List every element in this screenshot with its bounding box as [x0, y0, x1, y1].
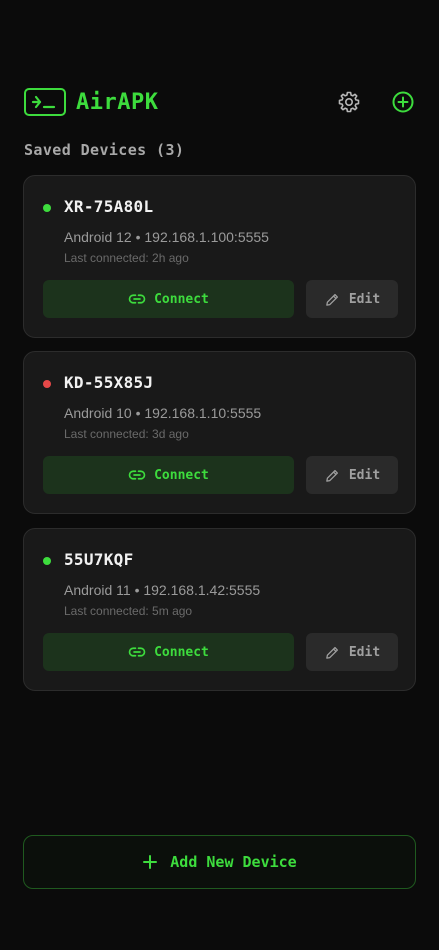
connect-label: Connect [154, 644, 209, 660]
edit-button[interactable]: Edit [306, 633, 398, 671]
pencil-icon [326, 293, 338, 306]
connect-label: Connect [154, 467, 209, 483]
device-info: Android 10 • 192.168.1.10:5555 [64, 405, 262, 421]
device-last-connected: Last connected: 2h ago [64, 251, 189, 265]
device-name: 55U7KQF [64, 550, 134, 569]
link-icon [128, 294, 146, 304]
app-header: AirAPK [24, 84, 415, 120]
device-last-connected: Last connected: 3d ago [64, 427, 189, 441]
plus-circle-icon [392, 91, 414, 113]
terminal-download-icon [24, 88, 66, 116]
status-online-dot [43, 557, 51, 565]
pencil-icon [326, 469, 338, 482]
device-card: XR-75A80L Android 12 • 192.168.1.100:555… [23, 175, 416, 338]
plus-icon [143, 855, 158, 869]
device-last-connected: Last connected: 5m ago [64, 604, 193, 618]
device-name: KD-55X85J [64, 373, 154, 392]
device-card: 55U7KQF Android 11 • 192.168.1.42:5555 L… [23, 528, 416, 691]
settings-button[interactable] [337, 90, 361, 114]
edit-label: Edit [348, 467, 381, 483]
device-name: XR-75A80L [64, 197, 154, 216]
status-offline-dot [43, 380, 51, 388]
edit-button[interactable]: Edit [306, 456, 398, 494]
status-online-dot [43, 204, 51, 212]
add-device-header-button[interactable] [391, 90, 415, 114]
add-new-device-button[interactable]: Add New Device [23, 835, 416, 889]
section-title: Saved Devices (3) [24, 141, 185, 159]
add-new-device-label: Add New Device [170, 853, 297, 871]
device-card: KD-55X85J Android 10 • 192.168.1.10:5555… [23, 351, 416, 514]
link-icon [128, 647, 146, 657]
app-title: AirAPK [76, 89, 159, 115]
gear-icon [338, 91, 360, 113]
device-info: Android 12 • 192.168.1.100:5555 [64, 229, 269, 245]
edit-label: Edit [348, 644, 381, 660]
connect-button[interactable]: Connect [43, 280, 294, 318]
pencil-icon [326, 646, 338, 659]
connect-button[interactable]: Connect [43, 456, 294, 494]
connect-label: Connect [154, 291, 209, 307]
edit-button[interactable]: Edit [306, 280, 398, 318]
header-actions [337, 90, 415, 114]
edit-label: Edit [348, 291, 381, 307]
link-icon [128, 470, 146, 480]
device-info: Android 11 • 192.168.1.42:5555 [64, 582, 261, 598]
connect-button[interactable]: Connect [43, 633, 294, 671]
